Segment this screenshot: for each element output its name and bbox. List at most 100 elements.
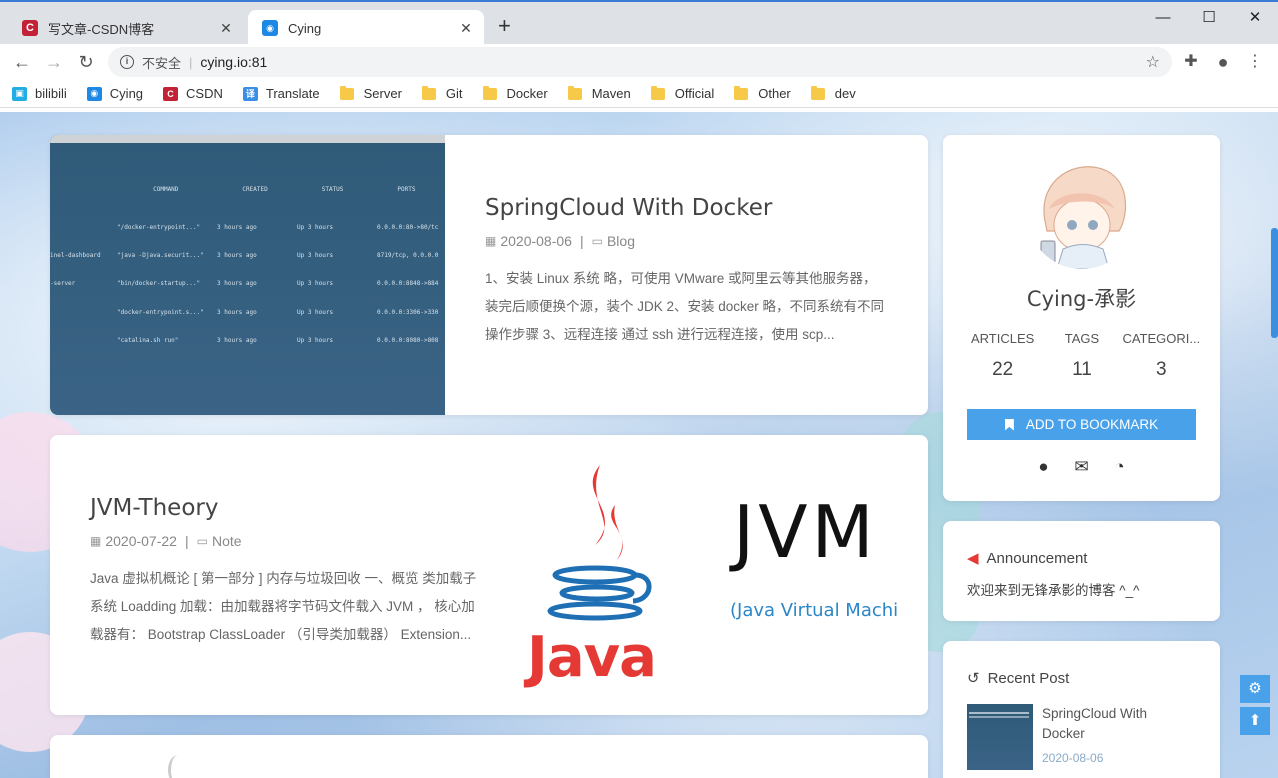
stat-tags[interactable]: TAGS 11 — [1042, 331, 1121, 381]
social-links: ● ✉ ◔ — [943, 457, 1220, 477]
post-meta: ▦ 2020-08-06 | ▭ Blog — [485, 233, 890, 249]
bilibili-tv-icon: ▣ — [12, 86, 27, 101]
github-icon[interactable]: ● — [1025, 457, 1063, 477]
bookmark-label: Cying — [109, 86, 144, 101]
post-card[interactable]: JVM-Theory ▦ 2020-07-22 | ▭ Note Java 虚拟… — [50, 435, 928, 715]
post-body: SpringCloud With Docker ▦ 2020-08-06 | ▭… — [485, 195, 890, 349]
post-cover-image — [168, 755, 188, 778]
new-tab-button[interactable]: + — [498, 14, 511, 38]
terminal-cell: 0.0.0.0:3306->330 — [377, 308, 439, 316]
bookmark-csdn[interactable]: C CSDN — [163, 86, 223, 101]
terminal-cell: 0.0.0.0:80->80/tc — [377, 223, 439, 231]
bookmark-bilibili[interactable]: ▣ bilibili — [12, 86, 67, 101]
bookmark-label: Maven — [591, 86, 631, 101]
recent-post-thumbnail[interactable] — [967, 704, 1033, 770]
email-icon[interactable]: ✉ — [1063, 457, 1101, 477]
maximize-button[interactable]: ☐ — [1186, 6, 1232, 30]
tab-close-icon[interactable]: ✕ — [218, 20, 234, 37]
recent-post-link[interactable]: SpringCloud With Docker — [1042, 704, 1182, 744]
terminal-header: STATUS — [321, 186, 344, 194]
back-arrow-icon[interactable]: ← — [8, 48, 36, 76]
terminal-cell: 8719/tcp, 0.0.0.0 — [377, 252, 439, 260]
post-category[interactable]: Note — [212, 533, 242, 549]
settings-gear-button[interactable]: ⚙ — [1240, 675, 1270, 703]
bookmark-label: CSDN — [186, 86, 223, 101]
bookmark-translate[interactable]: 译 Translate — [242, 86, 320, 101]
avatar[interactable] — [1027, 159, 1137, 269]
post-date: 2020-07-22 — [105, 533, 177, 549]
address-bar[interactable]: i 不安全 | cying.io:81 ☆ — [108, 47, 1172, 77]
post-category[interactable]: Blog — [607, 233, 635, 249]
terminal-cell: "java -Djava.securit..." — [117, 252, 204, 260]
announcement-card: ◀ Announcement 欢迎来到无锋承影的博客 ^_^ — [943, 521, 1220, 621]
back-to-top-button[interactable]: ⬆ — [1240, 707, 1270, 735]
tab-csdn[interactable]: C 写文章-CSDN博客 ✕ — [8, 10, 244, 46]
bookmark-label: Official — [674, 86, 715, 101]
forward-arrow-icon[interactable]: → — [40, 48, 68, 76]
csdn-favicon-icon: C — [22, 20, 38, 36]
page-scrollbar[interactable] — [1271, 228, 1278, 338]
bookmark-folder-dev[interactable]: dev — [810, 85, 856, 101]
stat-articles[interactable]: ARTICLES 22 — [963, 331, 1042, 381]
close-window-button[interactable]: ✕ — [1232, 6, 1278, 30]
bookmark-label: Docker — [506, 86, 548, 101]
post-card[interactable] — [50, 735, 928, 778]
terminal-cell: "docker-entrypoint.s..." — [117, 308, 204, 316]
terminal-header: PORTS — [397, 186, 416, 194]
bookmark-folder-docker[interactable]: Docker — [482, 85, 548, 101]
stat-value: 3 — [1156, 359, 1167, 380]
terminal-cell: "bin/docker-startup..." — [117, 280, 201, 288]
bookmark-label: Server — [363, 86, 402, 101]
cying-chat-icon: ◉ — [86, 86, 102, 101]
bookmark-cying[interactable]: ◉ Cying — [86, 86, 144, 101]
bookmark-folder-git[interactable]: Git — [421, 85, 463, 101]
calendar-icon: ▦ — [485, 234, 497, 248]
history-icon: ↺ — [967, 670, 980, 687]
stat-label: TAGS — [1064, 331, 1100, 346]
profile-icon[interactable]: ● — [1212, 52, 1234, 74]
post-title[interactable]: SpringCloud With Docker — [485, 195, 890, 221]
terminal-cell: Up 3 hours — [297, 336, 334, 344]
megaphone-icon: ◀ — [967, 550, 979, 567]
bookmark-label: Translate — [265, 86, 320, 101]
post-cover-image[interactable]: COMMAND CREATED STATUS PORTS "/docker-entry… — [50, 135, 445, 415]
security-label: 不安全 — [142, 55, 182, 71]
terminal-cell: Up 3 hours — [297, 308, 334, 316]
post-cover-image[interactable]: Java JVM (Java Virtual Machi — [505, 435, 928, 715]
announcement-title: Announcement — [986, 549, 1088, 567]
stat-categories[interactable]: CATEGORI... 3 — [1122, 331, 1201, 381]
post-card[interactable]: COMMAND CREATED STATUS PORTS "/docker-entry… — [50, 135, 928, 415]
recent-post-date: 2020-08-06 — [1042, 751, 1104, 765]
tab-title: Cying — [288, 20, 322, 36]
java-wordmark: Java — [527, 625, 657, 690]
url-text[interactable]: cying.io:81 — [200, 54, 1145, 70]
reload-icon[interactable]: ↻ — [72, 48, 100, 76]
recent-post-title: Recent Post — [987, 669, 1070, 687]
bookmark-folder-official[interactable]: Official — [650, 85, 715, 101]
bookmark-folder-maven[interactable]: Maven — [567, 85, 631, 101]
terminal-cell: inel-dashboard — [50, 252, 101, 260]
tab-close-icon[interactable]: ✕ — [458, 20, 474, 37]
post-title[interactable]: JVM-Theory — [90, 495, 488, 521]
inbox-icon: ▭ — [196, 534, 208, 548]
minimize-button[interactable]: — — [1140, 6, 1186, 30]
info-icon[interactable]: i — [120, 55, 134, 69]
terminal-cell: 0.0.0.0:8848->884 — [377, 280, 439, 288]
bookmark-folder-server[interactable]: Server — [339, 85, 402, 101]
rss-icon[interactable]: ◔ — [1101, 457, 1139, 477]
add-to-bookmark-button[interactable]: ADD TO BOOKMARK — [967, 409, 1196, 440]
jvm-subtitle: (Java Virtual Machi — [730, 600, 899, 621]
terminal-cell: 3 hours ago — [217, 308, 257, 316]
tab-cying[interactable]: ◉ Cying ✕ — [248, 10, 484, 46]
cying-favicon-icon: ◉ — [262, 20, 278, 36]
bookmark-star-icon[interactable]: ☆ — [1146, 52, 1160, 72]
bookmark-folder-other[interactable]: Other — [734, 85, 791, 101]
stat-label: ARTICLES — [970, 331, 1035, 346]
terminal-cell: Up 3 hours — [297, 280, 334, 288]
menu-kebab-icon[interactable]: ⋮ — [1244, 52, 1266, 74]
extensions-puzzle-icon[interactable]: ✚ — [1180, 52, 1202, 74]
folder-icon — [650, 85, 665, 100]
address-separator: | — [189, 54, 193, 70]
recent-post-card: ↺ Recent Post SpringCloud With Docker 20… — [943, 641, 1220, 778]
post-excerpt: 1、安装 Linux 系统 略，可使用 VMware 或阿里云等其他服务器，装完… — [485, 271, 885, 342]
